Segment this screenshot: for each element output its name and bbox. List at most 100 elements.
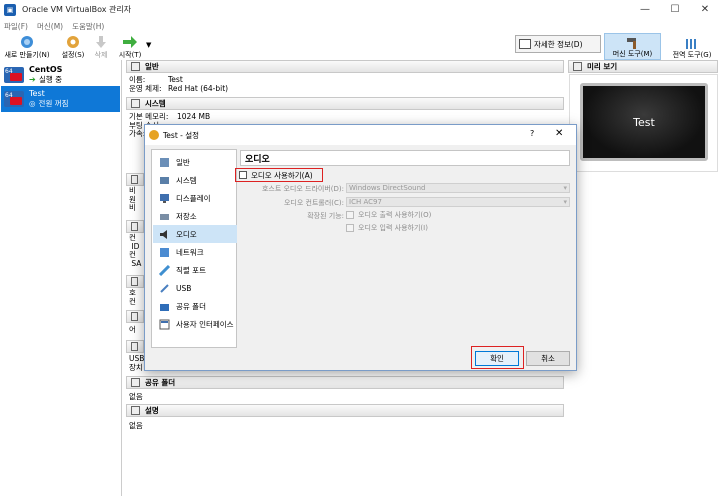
network-icon <box>158 246 170 258</box>
preview-screen: Test <box>580 83 708 161</box>
user-interface-icon <box>158 318 170 330</box>
power-off-icon: ◎ <box>29 99 36 108</box>
shared-folder-icon <box>131 378 140 387</box>
os-value: Red Hat (64-bit) <box>168 83 229 93</box>
audio-output-label: 오디오 출력 사용하기(O) <box>358 211 432 219</box>
audio-input-box[interactable] <box>346 224 354 232</box>
network-icon <box>131 312 138 321</box>
category-display[interactable]: 디스플레이 <box>153 189 237 207</box>
preview-header[interactable]: 미리 보기 <box>568 60 718 73</box>
host-driver-label: 호스트 오디오 드라이버(D): <box>261 185 344 193</box>
global-tools-icon <box>684 37 700 50</box>
category-storage[interactable]: 저장소 <box>153 207 237 225</box>
category-label: 시스템 <box>176 175 197 185</box>
details-button[interactable]: 자세한 정보(D) <box>515 35 601 53</box>
section-general-body: 이름: Test 운영 체제: Red Hat (64-bit) <box>129 75 229 93</box>
extended-features-label: 확장된 기능: <box>307 212 344 220</box>
section-system-header[interactable]: 시스템 <box>126 97 564 110</box>
category-label: 네트워크 <box>176 247 204 257</box>
dialog-close-button[interactable]: ✕ <box>555 128 563 139</box>
speaker-icon <box>158 228 170 240</box>
start-dropdown-icon[interactable]: ▼ <box>146 41 151 49</box>
preview-screen-text: Test <box>633 115 655 129</box>
category-usb[interactable]: USB <box>153 279 237 297</box>
description-value: 없음 <box>129 421 143 430</box>
category-system[interactable]: 시스템 <box>153 171 237 189</box>
delete-arrow-icon <box>93 35 109 49</box>
section-shared-header[interactable]: 공유 폴더 <box>126 376 564 389</box>
cancel-button[interactable]: 취소 <box>526 351 570 366</box>
help-button[interactable]: ? <box>530 129 534 138</box>
category-label: 디스플레이 <box>176 193 211 203</box>
menu-help[interactable]: 도움말(H) <box>72 21 104 32</box>
host-driver-select[interactable]: Windows DirectSound <box>346 183 570 193</box>
enable-audio-box[interactable] <box>239 171 247 179</box>
virtualbox-app-icon: ▣ <box>4 3 16 16</box>
ok-button[interactable]: 확인 <box>475 351 519 366</box>
machine-tools-button[interactable]: 머신 도구(M) <box>604 33 661 60</box>
vm-os-icon: 64 <box>4 67 24 83</box>
section-display-header[interactable] <box>126 173 144 186</box>
category-list: 일반 시스템 디스플레이 저장소 오디오 네트워크 직렬 포트 USB 공유 폴… <box>151 149 237 348</box>
hammer-icon <box>625 36 641 49</box>
global-tools-button[interactable]: 전역 도구(G) <box>664 33 720 60</box>
section-network-header[interactable] <box>126 310 144 323</box>
machine-tools-label: 머신 도구(M) <box>612 50 653 58</box>
category-serial-port[interactable]: 직렬 포트 <box>153 261 237 279</box>
details-list-icon <box>519 39 531 49</box>
section-audio-header[interactable] <box>126 275 144 288</box>
details-label: 자세한 정보(D) <box>534 39 583 49</box>
section-storage-fragment: 컨 ID 컨 SA <box>129 233 142 268</box>
vm-name: Test <box>29 89 45 98</box>
start-button[interactable]: 시작(T) <box>116 33 144 60</box>
menu-machine[interactable]: 머신(M) <box>37 21 63 32</box>
section-storage-header[interactable] <box>126 220 144 233</box>
start-label: 시작(T) <box>118 51 142 59</box>
section-general-header[interactable]: 일반 <box>126 60 564 73</box>
window-title: Oracle VM VirtualBox 관리자 <box>22 5 132 14</box>
vm-item-centos[interactable]: 64 CentOS ➔ 실행 중 <box>1 62 120 88</box>
section-usb-fragment: USB 장치 <box>129 354 145 372</box>
audio-output-box[interactable] <box>346 211 354 219</box>
storage-icon <box>131 222 138 231</box>
section-description-header[interactable]: 설명 <box>126 404 564 417</box>
audio-output-checkbox[interactable]: 오디오 출력 사용하기(O) <box>346 210 431 220</box>
toolbar: 새로 만들기(N) 설정(S) 삭제 시작(T) ▼ 자세한 정보(D) 머신 … <box>0 33 720 60</box>
preview-panel: Test <box>569 74 718 172</box>
display-icon <box>131 175 138 184</box>
section-display-fragment: 비 원 비 <box>129 186 136 212</box>
category-label: 사용자 인터페이스 <box>176 319 234 329</box>
enable-audio-checkbox[interactable]: 오디오 사용하기(A) <box>235 168 323 182</box>
section-usb-header[interactable] <box>126 340 144 353</box>
section-description-title: 설명 <box>145 406 159 415</box>
os-key: 운영 체제: <box>129 83 162 93</box>
menu-file[interactable]: 파일(F) <box>4 21 28 32</box>
category-shared-folders[interactable]: 공유 폴더 <box>153 297 237 315</box>
category-network[interactable]: 네트워크 <box>153 243 237 261</box>
category-general[interactable]: 일반 <box>153 153 237 171</box>
category-label: 저장소 <box>176 211 197 221</box>
vm-item-test[interactable]: 64 Test ◎ 전원 꺼짐 <box>1 86 120 112</box>
delete-button[interactable]: 삭제 <box>91 33 111 60</box>
close-window-button[interactable]: ✕ <box>690 0 720 19</box>
maximize-button[interactable]: ☐ <box>660 0 690 19</box>
settings-label: 설정(S) <box>61 51 85 59</box>
new-label: 새로 만들기(N) <box>4 51 50 59</box>
settings-button[interactable]: 설정(S) <box>58 33 88 60</box>
category-label: 직렬 포트 <box>176 265 206 275</box>
category-audio[interactable]: 오디오 <box>153 225 237 243</box>
new-button[interactable]: 새로 만들기(N) <box>4 33 50 60</box>
audio-input-label: 오디오 입력 사용하기(I) <box>358 224 428 232</box>
system-icon <box>131 99 140 108</box>
section-general-title: 일반 <box>145 62 159 71</box>
minimize-button[interactable]: — <box>630 0 660 19</box>
audio-input-checkbox[interactable]: 오디오 입력 사용하기(I) <box>346 223 428 233</box>
controller-label: 오디오 컨트롤러(C): <box>283 199 344 207</box>
folder-icon <box>158 300 170 312</box>
category-user-interface[interactable]: 사용자 인터페이스 <box>153 315 237 333</box>
dialog-title-bar: Test - 설정 ? ✕ <box>145 125 576 145</box>
controller-select[interactable]: ICH AC97 <box>346 197 570 207</box>
general-icon <box>131 62 140 71</box>
preview-title: 미리 보기 <box>587 62 618 71</box>
category-label: 오디오 <box>176 229 197 239</box>
